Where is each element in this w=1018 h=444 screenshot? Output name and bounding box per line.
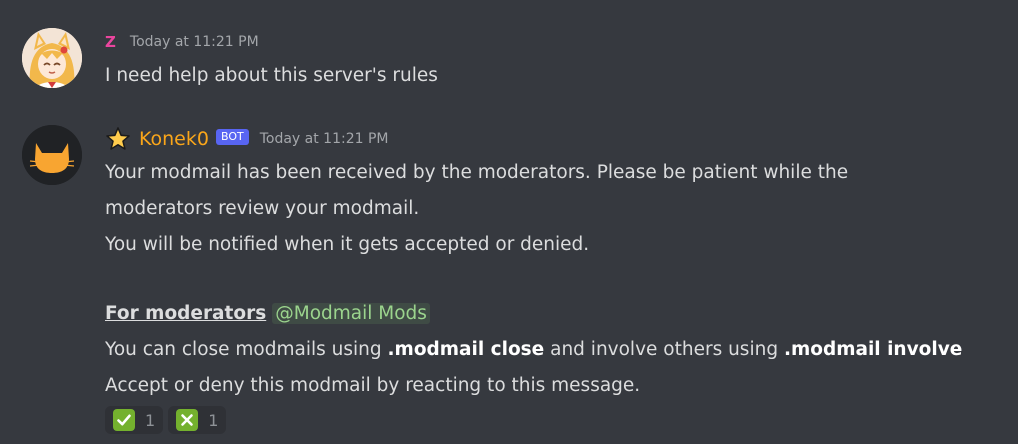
reaction-check[interactable]: 1 — [105, 406, 164, 434]
timestamp: Today at 11:21 PM — [259, 131, 389, 147]
check-mark-icon — [113, 409, 135, 431]
reaction-count: 1 — [208, 410, 219, 430]
user-avatar[interactable] — [22, 28, 82, 88]
accept-line: Accept or deny this modmail by reacting … — [105, 375, 641, 396]
cat-avatar-icon — [22, 125, 82, 185]
role-mention[interactable]: @Modmail Mods — [272, 303, 430, 324]
bot-tag: BOT — [215, 129, 249, 145]
involve-command: .modmail involve — [783, 339, 963, 360]
reaction-count: 1 — [145, 410, 156, 430]
message-line: Your modmail has been received by the mo… — [105, 162, 849, 183]
moderators-heading: For moderators — [105, 303, 267, 324]
timestamp: Today at 11:21 PM — [129, 34, 259, 50]
involve-text: and involve others using — [544, 339, 784, 360]
username[interactable]: Z — [105, 28, 116, 56]
close-text: You can close modmails using — [105, 339, 388, 360]
cross-mark-icon — [176, 409, 199, 431]
username[interactable]: Konek0 — [139, 125, 209, 153]
message-line: You will be notified when it gets accept… — [105, 234, 590, 255]
star-icon — [105, 126, 131, 152]
commands-line: You can close modmails using .modmail cl… — [105, 333, 1005, 366]
message-line: moderators review your modmail. — [105, 198, 420, 219]
reactions: 1 1 — [105, 406, 1005, 434]
close-command: .modmail close — [387, 339, 545, 360]
reaction-cross[interactable]: 1 — [168, 406, 227, 434]
chat-messages: Z Today at 11:21 PM I need help about th… — [0, 0, 1018, 444]
bot-avatar[interactable] — [22, 125, 82, 185]
moderators-line: For moderators @Modmail Mods — [105, 297, 1005, 330]
fox-girl-avatar-icon — [22, 28, 82, 88]
message-text: I need help about this server's rules — [105, 65, 438, 86]
